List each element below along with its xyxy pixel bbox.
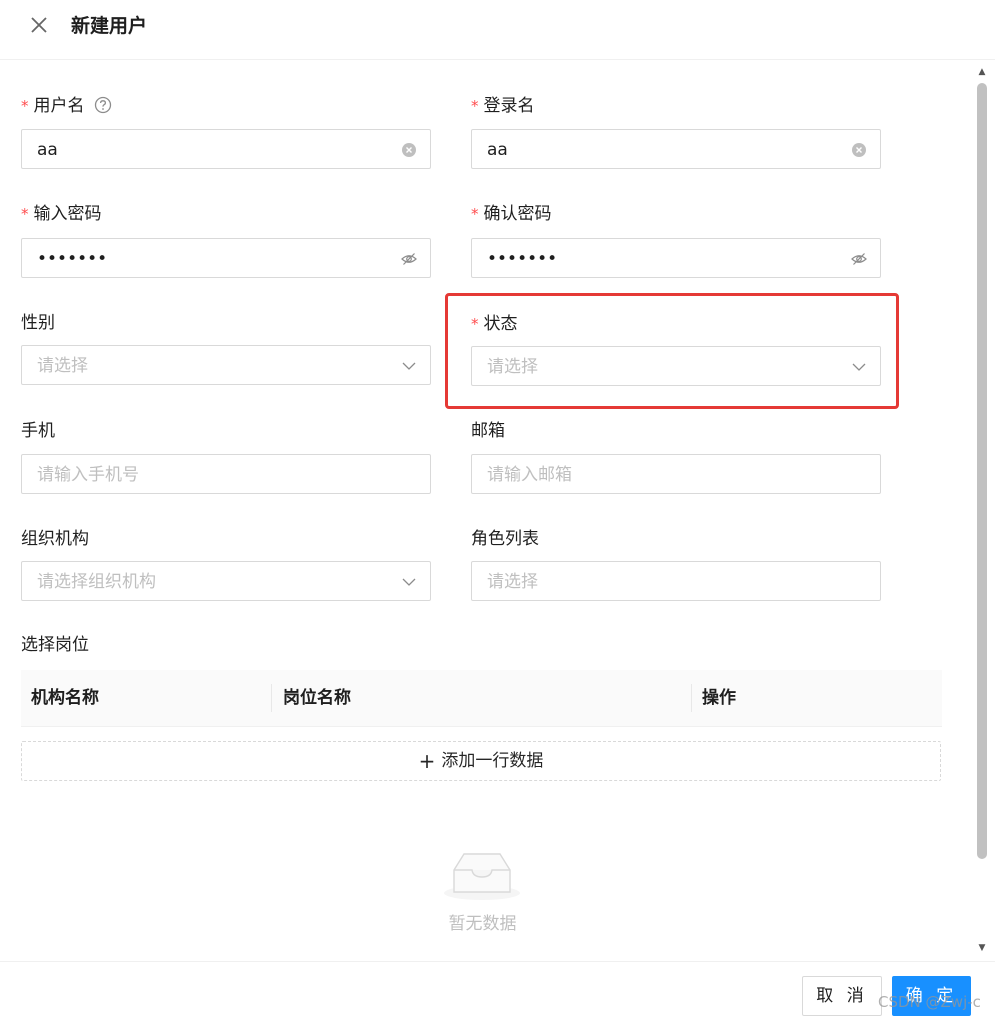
required-mark: * bbox=[471, 97, 479, 115]
status-highlight-box bbox=[445, 293, 899, 409]
org-label: 组织机构 bbox=[21, 529, 89, 549]
eye-invisible-icon[interactable] bbox=[401, 251, 417, 267]
confirm-password-label: * 确认密码 bbox=[471, 203, 552, 225]
phone-input[interactable]: 请输入手机号 bbox=[21, 454, 431, 494]
body-scrollbar[interactable]: ▲ ▼ bbox=[975, 61, 989, 961]
scroll-down-arrow-icon[interactable]: ▼ bbox=[977, 943, 987, 953]
scroll-up-arrow-icon[interactable]: ▲ bbox=[977, 67, 987, 77]
eye-invisible-icon[interactable] bbox=[851, 251, 867, 267]
positions-table-header: 机构名称 岗位名称 操作 bbox=[21, 670, 942, 727]
required-mark: * bbox=[471, 205, 479, 223]
empty-inbox-icon bbox=[444, 853, 520, 900]
chevron-down-icon bbox=[402, 578, 416, 586]
phone-placeholder: 请输入手机号 bbox=[37, 465, 139, 485]
required-mark: * bbox=[21, 97, 29, 115]
login-name-label: * 登录名 bbox=[471, 95, 535, 117]
gender-placeholder: 请选择 bbox=[37, 356, 88, 376]
roles-select[interactable]: 请选择 bbox=[471, 561, 881, 601]
gender-select[interactable]: 请选择 bbox=[21, 345, 431, 385]
plus-icon: + bbox=[418, 749, 436, 773]
password-label: * 输入密码 bbox=[21, 203, 102, 225]
chevron-down-icon bbox=[402, 362, 416, 370]
add-row-button[interactable]: + 添加一行数据 bbox=[21, 741, 941, 781]
column-divider bbox=[271, 684, 272, 712]
password-input[interactable]: ••••••• bbox=[21, 238, 431, 278]
org-placeholder: 请选择组织机构 bbox=[37, 572, 156, 592]
cancel-button[interactable]: 取 消 bbox=[802, 976, 882, 1016]
clear-circle-icon[interactable] bbox=[401, 142, 417, 158]
column-position-name: 岗位名称 bbox=[283, 688, 351, 708]
dialog-footer: 取 消 确 定 bbox=[0, 961, 995, 1022]
watermark: CSDN @Zwj-c bbox=[878, 993, 981, 1011]
email-label: 邮箱 bbox=[471, 421, 505, 441]
column-divider bbox=[691, 684, 692, 712]
dialog-body: * 用户名 aa * 登录名 aa * 输入密码 ••••••• * 确认密码 … bbox=[0, 61, 975, 961]
add-row-label: 添加一行数据 bbox=[441, 751, 544, 771]
empty-text: 暂无数据 bbox=[448, 914, 517, 934]
gender-label: 性别 bbox=[21, 313, 55, 333]
positions-label: 选择岗位 bbox=[21, 635, 89, 655]
scroll-thumb[interactable] bbox=[977, 83, 987, 859]
email-placeholder: 请输入邮箱 bbox=[487, 465, 572, 485]
username-value: aa bbox=[37, 140, 58, 160]
dialog-title: 新建用户 bbox=[71, 15, 148, 37]
required-mark: * bbox=[21, 205, 29, 223]
confirm-password-value: ••••••• bbox=[487, 249, 558, 269]
username-label-text: 用户名 bbox=[33, 96, 85, 116]
phone-label: 手机 bbox=[21, 421, 55, 441]
username-label: * 用户名 bbox=[21, 95, 112, 117]
question-circle-icon[interactable] bbox=[94, 96, 112, 114]
close-icon[interactable] bbox=[28, 14, 50, 36]
column-actions: 操作 bbox=[702, 688, 736, 708]
roles-placeholder: 请选择 bbox=[487, 572, 538, 592]
login-name-label-text: 登录名 bbox=[483, 96, 535, 116]
dialog-header: 新建用户 bbox=[0, 0, 995, 60]
username-input[interactable]: aa bbox=[21, 129, 431, 169]
column-org-name: 机构名称 bbox=[31, 688, 99, 708]
confirm-password-input[interactable]: ••••••• bbox=[471, 238, 881, 278]
org-select[interactable]: 请选择组织机构 bbox=[21, 561, 431, 601]
clear-circle-icon[interactable] bbox=[851, 142, 867, 158]
login-name-input[interactable]: aa bbox=[471, 129, 881, 169]
password-label-text: 输入密码 bbox=[33, 204, 102, 224]
login-name-value: aa bbox=[487, 140, 508, 160]
roles-label: 角色列表 bbox=[471, 529, 539, 549]
email-input[interactable]: 请输入邮箱 bbox=[471, 454, 881, 494]
confirm-password-label-text: 确认密码 bbox=[483, 204, 552, 224]
password-value: ••••••• bbox=[37, 249, 108, 269]
